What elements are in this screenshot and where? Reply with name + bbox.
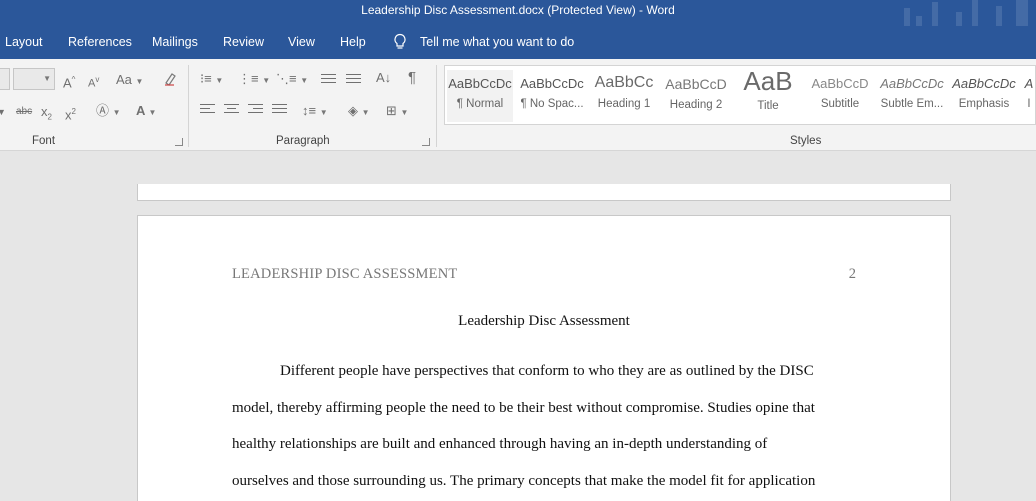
document-page[interactable]: LEADERSHIP DISC ASSESSMENT 2 Leadership … — [137, 215, 951, 501]
style-normal[interactable]: AaBbCcDc ¶ Normal — [447, 70, 513, 122]
clear-formatting-icon[interactable] — [162, 71, 178, 87]
line-spacing-icon[interactable]: ↕≡ ▼ — [302, 103, 328, 121]
tell-me-search[interactable]: Tell me what you want to do — [420, 35, 574, 49]
group-separator — [436, 65, 437, 147]
text-effects-icon[interactable]: Ⓐ ▼ — [96, 103, 121, 121]
font-name-box[interactable] — [0, 68, 10, 90]
align-center-icon[interactable] — [224, 101, 239, 116]
group-label-paragraph: Paragraph — [276, 135, 330, 147]
style-no-spacing[interactable]: AaBbCcDc ¶ No Spac... — [519, 70, 585, 122]
document-title: Leadership Disc Assessment — [458, 313, 630, 329]
window-title: Leadership Disc Assessment.docx (Protect… — [361, 3, 675, 17]
align-right-icon[interactable] — [248, 101, 263, 116]
lightbulb-icon — [394, 33, 406, 49]
tab-references[interactable]: References — [68, 35, 132, 49]
body-line: Different people have perspectives that … — [280, 363, 814, 379]
running-head: LEADERSHIP DISC ASSESSMENT — [232, 266, 458, 282]
strikethrough-icon[interactable]: abc — [16, 104, 32, 120]
increase-indent-icon[interactable] — [346, 71, 361, 86]
decrease-indent-icon[interactable] — [321, 71, 336, 86]
style-subtitle[interactable]: AaBbCcD Subtitle — [807, 70, 873, 122]
group-label-styles: Styles — [790, 135, 822, 147]
sort-icon[interactable]: A↓ — [376, 70, 391, 86]
style-emphasis[interactable]: AaBbCcDc Emphasis — [951, 70, 1017, 122]
shading-icon[interactable]: ◈ ▼ — [348, 103, 370, 121]
document-area: LEADERSHIP DISC ASSESSMENT 2 Leadership … — [0, 151, 1036, 501]
tab-view[interactable]: View — [288, 35, 315, 49]
body-line: ourselves and those surrounding us. The … — [232, 473, 816, 489]
superscript-icon[interactable]: x2 — [65, 104, 76, 123]
style-heading-2[interactable]: AaBbCcD Heading 2 — [663, 70, 729, 122]
shrink-font-icon[interactable]: Av — [88, 72, 99, 92]
justify-icon[interactable] — [272, 101, 287, 116]
body-line: healthy relationships are built and enha… — [232, 436, 768, 452]
style-heading-1[interactable]: AaBbCc Heading 1 — [591, 70, 657, 122]
body-line: model, thereby affirming people the need… — [232, 400, 815, 416]
paragraph-dialog-launcher-icon[interactable] — [422, 138, 430, 146]
menu-bar: Layout References Mailings Review View H… — [0, 26, 1036, 59]
group-label-font: Font — [32, 135, 56, 147]
borders-icon[interactable]: ⊞ ▼ — [386, 103, 408, 121]
chevron-down-icon[interactable]: ▼ — [0, 104, 6, 120]
chevron-down-icon: ▼ — [43, 74, 51, 83]
style-title[interactable]: AaB Title — [735, 66, 801, 122]
font-dialog-launcher-icon[interactable] — [175, 138, 183, 146]
style-subtle-emphasis[interactable]: AaBbCcDc Subtle Em... — [879, 70, 945, 122]
numbering-icon[interactable]: ⋮≡ ▼ — [238, 71, 270, 89]
tab-layout[interactable]: Layout — [5, 35, 43, 49]
bullets-icon[interactable]: ⁝≡ ▼ — [200, 71, 223, 89]
subscript-icon[interactable]: x2 — [41, 104, 52, 126]
tab-mailings[interactable]: Mailings — [152, 35, 198, 49]
style-intense-emphasis[interactable]: A I — [1023, 70, 1035, 122]
page-number: 2 — [848, 266, 856, 282]
multilevel-list-icon[interactable]: ⋱≡ ▼ — [276, 71, 308, 89]
align-left-icon[interactable] — [200, 101, 215, 116]
group-separator — [188, 65, 189, 147]
font-color-icon[interactable]: A ▼ — [136, 103, 156, 121]
ribbon: ▼ A^ Av Aa ▼ ▼ abc x2 x2 Ⓐ ▼ A ▼ Font ⁝≡… — [0, 59, 1036, 151]
title-bar: Leadership Disc Assessment.docx (Protect… — [0, 0, 1036, 30]
tab-review[interactable]: Review — [223, 35, 264, 49]
grow-font-icon[interactable]: A^ — [63, 72, 75, 91]
previous-page-bottom — [137, 184, 951, 201]
show-hide-marks-icon[interactable]: ¶ — [408, 70, 416, 86]
tab-help[interactable]: Help — [340, 35, 366, 49]
styles-gallery: AaBbCcDc ¶ Normal AaBbCcDc ¶ No Spac... … — [444, 65, 1036, 125]
font-size-box[interactable]: ▼ — [13, 68, 55, 90]
change-case-icon[interactable]: Aa ▼ — [116, 72, 143, 90]
